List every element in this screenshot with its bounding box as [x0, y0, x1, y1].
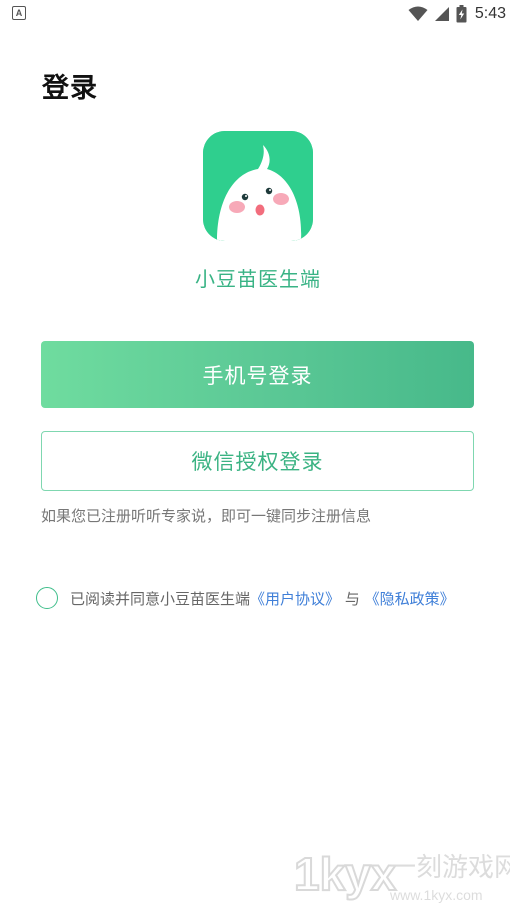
watermark-logo: 1kyx 一刻游戏网 www.1kyx.com — [293, 847, 516, 903]
battery-charging-icon — [456, 5, 467, 23]
wifi-icon — [408, 6, 428, 21]
watermark-title: 一刻游戏网 — [390, 853, 510, 883]
clock: 5:43 — [474, 5, 506, 22]
watermark: 1kyx 一刻游戏网 www.1kyx.com — [293, 840, 516, 910]
agreement-prefix: 已阅读并同意小豆苗医生端 — [70, 589, 251, 608]
user-agreement-link[interactable]: 《用户协议》 — [250, 590, 340, 608]
sync-hint-text: 如果您已注册听听专家说，即可一键同步注册信息 — [41, 507, 372, 525]
agreement-row: 已阅读并同意小豆苗医生端《用户协议》 与 《隐私政策》 — [36, 585, 455, 611]
page-title: 登录 — [42, 73, 98, 104]
app-logo — [203, 131, 313, 241]
signal-icon — [434, 7, 449, 21]
watermark-brand: 1kyx — [294, 848, 397, 900]
status-icons: 5:43 — [408, 2, 506, 26]
agreement-checkbox[interactable] — [36, 587, 58, 609]
phone-login-button[interactable]: 手机号登录 — [41, 341, 474, 408]
wechat-login-label: 微信授权登录 — [191, 450, 324, 474]
phone-login-label: 手机号登录 — [202, 363, 313, 388]
privacy-policy-link[interactable]: 《隐私政策》 — [365, 590, 455, 608]
sprout-mascot-logo — [203, 131, 313, 241]
wechat-login-button[interactable]: 微信授权登录 — [41, 431, 474, 491]
agreement-conjunction: 与 — [344, 589, 360, 608]
app-notification-icon: A — [12, 6, 26, 20]
status-bar: A 5:43 — [0, 0, 516, 28]
watermark-url: www.1kyx.com — [389, 887, 483, 903]
agreement-text: 已阅读并同意小豆苗医生端《用户协议》 与 《隐私政策》 — [70, 588, 455, 609]
app-name: 小豆苗医生端 — [195, 267, 321, 291]
